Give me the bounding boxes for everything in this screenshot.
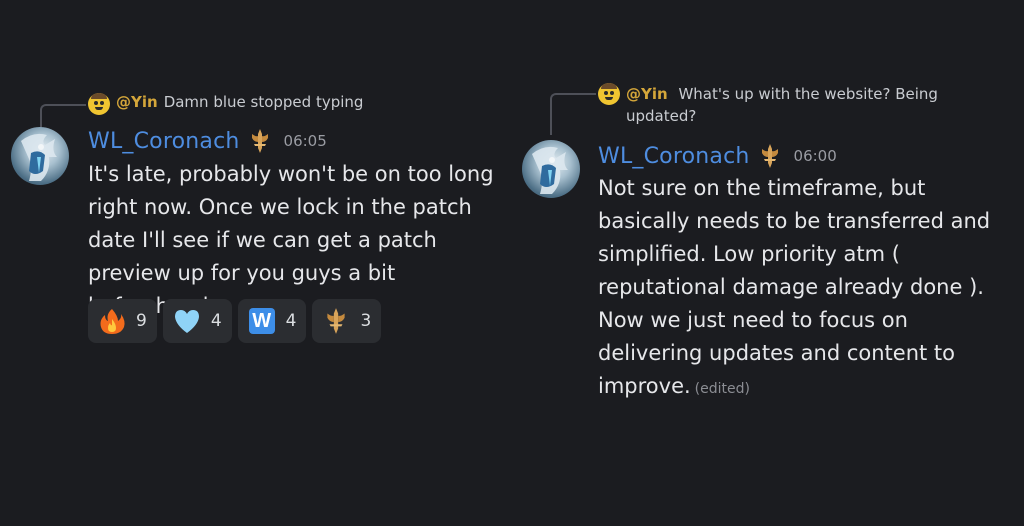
username[interactable]: WL_Coronach — [598, 144, 750, 169]
message-body: Not sure on the timeframe, but basically… — [598, 172, 1018, 406]
message-header: WL_Coronach 06:00 — [598, 143, 837, 169]
avatar[interactable] — [11, 127, 69, 185]
reply-connector — [40, 104, 86, 128]
reaction-heart[interactable]: 4 — [162, 299, 232, 343]
reaction-count: 4 — [210, 311, 222, 331]
light-blue-heart-icon — [173, 307, 201, 335]
reaction-count: 9 — [136, 311, 147, 331]
reply-connector — [550, 93, 596, 135]
reaction-sword-emblem[interactable]: 3 — [312, 299, 382, 343]
fire-icon — [98, 307, 126, 335]
sword-emblem-icon[interactable] — [760, 143, 780, 169]
chat-screenshot: @Yin Damn blue stopped typing WL_Coronac… — [0, 0, 1024, 526]
avatar[interactable] — [522, 140, 580, 198]
yin-avatar-icon — [88, 93, 110, 115]
sword-emblem-icon — [322, 307, 350, 335]
reply-preview[interactable]: @Yin Damn blue stopped typing — [88, 93, 488, 115]
reply-text: What's up with the website? Being update… — [626, 85, 938, 125]
reaction-fire[interactable]: 9 — [88, 299, 157, 343]
timestamp: 06:00 — [793, 147, 837, 165]
w-emoji-icon: W — [248, 307, 276, 335]
reply-preview[interactable]: @Yin What's up with the website? Being u… — [598, 83, 958, 127]
message-header: WL_Coronach 06:05 — [88, 128, 327, 154]
message-body-text: Not sure on the timeframe, but basically… — [598, 176, 991, 398]
reply-username[interactable]: @Yin — [116, 93, 158, 111]
reaction-bar: 9 4 W 4 3 — [88, 299, 382, 343]
reaction-w[interactable]: W 4 — [237, 299, 307, 343]
timestamp: 06:05 — [283, 132, 327, 150]
reply-text: Damn blue stopped typing — [163, 93, 364, 111]
sword-emblem-icon[interactable] — [250, 128, 270, 154]
edited-label: (edited) — [694, 381, 750, 397]
yin-avatar-icon — [598, 83, 620, 105]
reply-username[interactable]: @Yin — [626, 85, 668, 103]
reaction-count: 4 — [285, 311, 297, 331]
reaction-count: 3 — [360, 311, 372, 331]
w-emoji-label: W — [248, 308, 275, 334]
username[interactable]: WL_Coronach — [88, 129, 240, 154]
